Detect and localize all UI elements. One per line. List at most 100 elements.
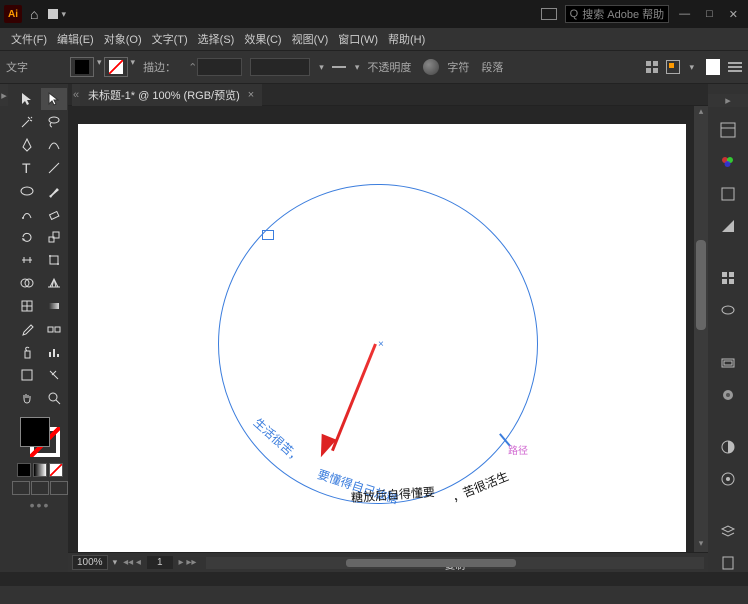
menu-help[interactable]: 帮助(H) xyxy=(383,31,430,47)
fill-stroke-control[interactable] xyxy=(18,415,62,459)
search-input[interactable]: Q搜索 Adobe 帮助 xyxy=(565,5,669,23)
scale-tool[interactable] xyxy=(41,226,67,248)
horizontal-scrollbar[interactable]: 复制 xyxy=(206,557,704,569)
symbol-sprayer-tool[interactable] xyxy=(14,341,40,363)
artboard-number-field[interactable]: 1 xyxy=(147,556,173,569)
artboard-tool[interactable] xyxy=(14,364,40,386)
magic-wand-tool[interactable] xyxy=(14,111,40,133)
vertical-scrollbar[interactable]: ▴ ▾ xyxy=(694,106,708,552)
fill-swatch[interactable] xyxy=(70,57,94,77)
libraries-panel-icon[interactable] xyxy=(717,269,739,287)
gradient-tool[interactable] xyxy=(41,295,67,317)
menu-edit[interactable]: 编辑(E) xyxy=(52,31,99,47)
scroll-up-icon[interactable]: ▴ xyxy=(694,106,708,120)
menu-view[interactable]: 视图(V) xyxy=(287,31,334,47)
zoom-level-field[interactable]: 100% xyxy=(72,555,108,570)
properties-panel-icon[interactable] xyxy=(717,121,739,139)
menu-select[interactable]: 选择(S) xyxy=(193,31,240,47)
svg-text:T: T xyxy=(22,160,31,176)
lasso-tool[interactable] xyxy=(41,111,67,133)
color-guide-panel-icon[interactable] xyxy=(717,217,739,235)
close-button[interactable]: ✕ xyxy=(729,8,738,21)
draw-normal-icon[interactable] xyxy=(12,481,30,495)
artboard-nav-next-icon[interactable]: ▸ ▸▸ xyxy=(179,557,197,568)
home-icon[interactable]: ⌂ xyxy=(30,6,38,22)
expand-panels-icon[interactable]: ▸ xyxy=(708,94,748,107)
document-tab[interactable]: 未标题-1* @ 100% (RGB/预览) × xyxy=(80,84,262,106)
swatches-panel-icon[interactable] xyxy=(717,185,739,203)
blend-tool[interactable] xyxy=(41,318,67,340)
stroke-swatch[interactable] xyxy=(104,57,128,77)
align-icon[interactable] xyxy=(646,61,658,73)
selection-tool[interactable] xyxy=(14,88,40,110)
app-logo: Ai xyxy=(4,5,22,23)
arrange-documents-button[interactable]: ▾ xyxy=(48,9,66,20)
expand-left-icon[interactable]: ▸ xyxy=(0,84,8,106)
scroll-down-icon[interactable]: ▾ xyxy=(694,538,708,552)
free-transform-tool[interactable] xyxy=(41,249,67,271)
stroke-panel-icon[interactable] xyxy=(717,354,739,372)
brushes-panel-icon[interactable] xyxy=(717,301,739,319)
fill-color-icon[interactable] xyxy=(20,417,50,447)
eraser-tool[interactable] xyxy=(41,203,67,225)
transform-icon[interactable] xyxy=(666,60,680,74)
panel-menu-icon[interactable] xyxy=(728,62,742,72)
type-on-path-text[interactable]: 生活很苦， 要懂得自己放糖 糖放后自得懂要 ，苦很活生 xyxy=(238,426,538,506)
column-graph-tool[interactable] xyxy=(41,341,67,363)
brush-definition[interactable] xyxy=(250,58,310,76)
rotate-tool[interactable] xyxy=(14,226,40,248)
hand-tool[interactable] xyxy=(14,387,40,409)
zoom-dropdown-icon[interactable]: ▾ xyxy=(113,557,118,568)
menu-window[interactable]: 窗口(W) xyxy=(333,31,383,47)
opacity-label: 不透明度 xyxy=(367,59,411,75)
pen-tool[interactable] xyxy=(14,134,40,156)
draw-behind-icon[interactable] xyxy=(31,481,49,495)
shape-builder-tool[interactable] xyxy=(14,272,40,294)
stroke-profile[interactable] xyxy=(332,66,346,68)
shaper-tool[interactable] xyxy=(14,203,40,225)
gradient-mode-icon[interactable] xyxy=(33,463,47,477)
edit-toolbar-icon[interactable]: ••• xyxy=(30,497,51,513)
ellipse-tool[interactable] xyxy=(14,180,40,202)
line-tool[interactable] xyxy=(41,157,67,179)
type-tool[interactable]: T xyxy=(14,157,40,179)
scroll-thumb[interactable] xyxy=(694,120,708,538)
menu-object[interactable]: 对象(O) xyxy=(99,31,147,47)
layers-panel-icon[interactable] xyxy=(717,522,739,540)
none-mode-icon[interactable] xyxy=(49,463,63,477)
mesh-tool[interactable] xyxy=(14,295,40,317)
curvature-tool[interactable] xyxy=(41,134,67,156)
maximize-button[interactable]: □ xyxy=(706,8,713,21)
artboard-nav-prev-icon[interactable]: ◂◂ ◂ xyxy=(123,557,141,568)
text-frame-handle[interactable] xyxy=(262,230,274,240)
frame-icon[interactable] xyxy=(541,8,557,20)
zoom-tool[interactable] xyxy=(41,387,67,409)
minimize-button[interactable]: — xyxy=(679,8,690,21)
color-mode-icon[interactable] xyxy=(17,463,31,477)
character-link[interactable]: 字符 xyxy=(447,59,469,75)
paintbrush-tool[interactable] xyxy=(41,180,67,202)
menu-file[interactable]: 文件(F) xyxy=(6,31,52,47)
slice-tool[interactable] xyxy=(41,364,67,386)
width-tool[interactable] xyxy=(14,249,40,271)
toolbox: T xyxy=(12,84,68,572)
menu-effect[interactable]: 效果(C) xyxy=(239,31,286,47)
canvas[interactable]: × 路径 生活很苦， 要懂得自己放糖 糖放后自得懂要 ，苦很活生 xyxy=(78,124,686,552)
opacity-icon[interactable] xyxy=(423,59,439,75)
transparency-panel-icon[interactable] xyxy=(717,438,739,456)
expand-tabs-icon[interactable]: « xyxy=(72,84,80,106)
hscroll-thumb[interactable] xyxy=(346,559,516,567)
direct-selection-tool[interactable] xyxy=(41,88,67,110)
menu-type[interactable]: 文字(T) xyxy=(147,31,193,47)
appearance-panel-icon[interactable] xyxy=(717,470,739,488)
stroke-weight-field[interactable] xyxy=(197,58,242,76)
asset-export-panel-icon[interactable] xyxy=(717,554,739,572)
document-setup-icon[interactable] xyxy=(706,59,720,75)
symbols-panel-icon[interactable] xyxy=(717,386,739,404)
perspective-grid-tool[interactable] xyxy=(41,272,67,294)
draw-inside-icon[interactable] xyxy=(50,481,68,495)
color-panel-icon[interactable] xyxy=(717,153,739,171)
close-tab-icon[interactable]: × xyxy=(248,89,254,101)
paragraph-link[interactable]: 段落 xyxy=(481,59,503,75)
eyedropper-tool[interactable] xyxy=(14,318,40,340)
